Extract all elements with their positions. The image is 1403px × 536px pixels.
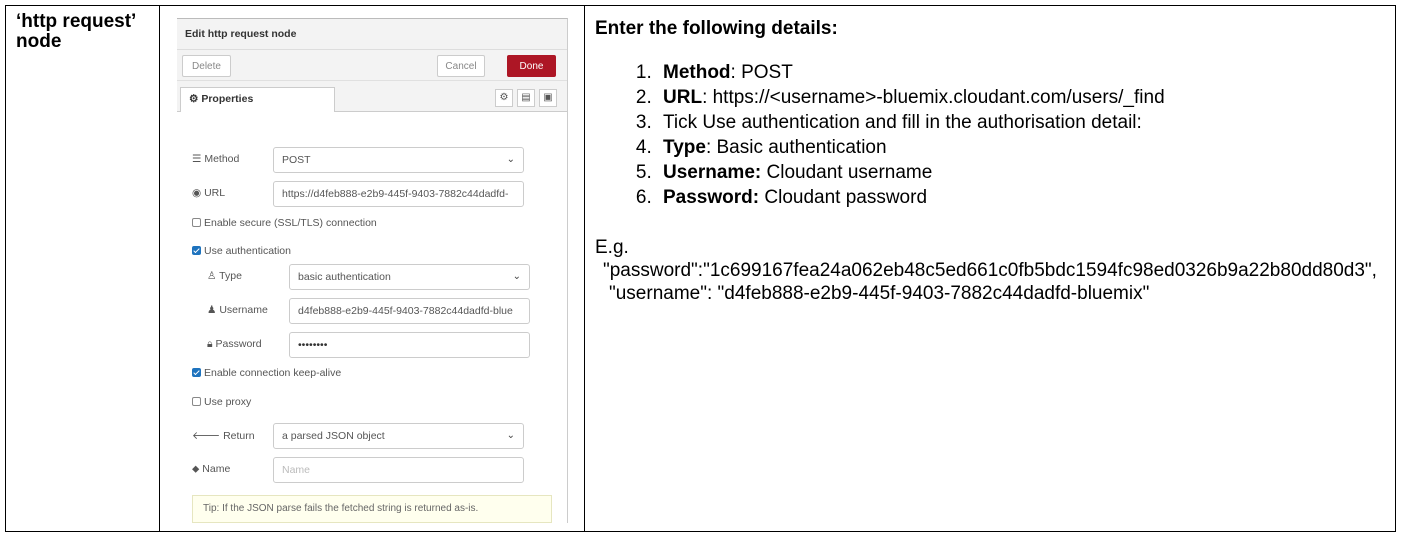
lock-icon: 🔒︎ [207,338,216,350]
table-row: ‘http request’ node Edit http request no… [5,5,1396,532]
list-item: Password: Cloudant password [657,185,1395,210]
enable-secure-row: Enable secure (SSL/TLS) connection [192,217,377,229]
cancel-button[interactable]: Cancel [437,55,485,77]
tray-title: Edit http request node [177,19,567,50]
return-label: Return [223,430,255,442]
example-username: "username": "d4feb888-e2b9-445f-9403-788… [609,283,1150,304]
username-input[interactable]: d4feb888-e2b9-445f-9403-7882c44dadfd-blu… [289,298,530,324]
tab-properties[interactable]: ⚙ Properties [180,87,335,112]
tip-box: Tip: If the JSON parse fails the fetched… [192,495,552,523]
description-icon[interactable]: ▤ [517,89,535,107]
list-item: Tick Use authentication and fill in the … [657,110,1395,135]
done-button[interactable]: Done [507,55,556,77]
arrow-left-icon: 🡐 [192,430,224,442]
return-value: a parsed JSON object [282,430,385,442]
tab-properties-label: Properties [201,93,254,105]
use-proxy-row: Use proxy [192,396,251,408]
list-icon: ☰ [192,153,205,165]
keep-alive-checkbox[interactable] [192,368,201,377]
use-auth-checkbox[interactable] [192,246,201,255]
node-edit-tray: Edit http request node Delete Cancel Don… [177,18,568,523]
delete-button[interactable]: Delete [182,55,231,77]
user-secret-icon: ♙ [207,270,220,282]
username-label: Username [219,304,268,316]
use-proxy-checkbox[interactable] [192,397,201,406]
enable-secure-checkbox[interactable] [192,218,201,227]
chevron-down-icon: ⌄ [506,430,515,441]
password-label: Password [215,338,262,350]
password-input[interactable]: •••••••• [289,332,530,358]
name-input[interactable]: Name [273,457,524,483]
example-password: "password":"1c699167fea24a062eb48c5ed661… [603,260,1377,281]
auth-type-value: basic authentication [298,271,391,283]
instructions: Enter the following details: Method: POS… [585,6,1395,305]
chevron-down-icon: ⌄ [506,154,515,165]
url-label: URL [204,187,226,199]
tag-icon: ⬥ [192,463,203,475]
list-item: Method: POST [657,60,1395,85]
type-label: Type [219,270,242,282]
appearance-icon[interactable]: ▣ [539,89,557,107]
label-cell: ‘http request’ node [5,5,160,532]
method-select[interactable]: POST ⌄ [273,147,524,173]
return-select[interactable]: a parsed JSON object ⌄ [273,423,524,449]
method-value: POST [282,154,311,166]
list-item: Type: Basic authentication [657,135,1395,160]
use-proxy-label: Use proxy [204,396,252,408]
screenshot-cell: Edit http request node Delete Cancel Don… [159,5,585,532]
user-icon: ♟ [207,304,220,316]
tab-bar: ⚙ Properties ⚙ ▤ ▣ [177,81,567,112]
steps-list: Method: POST URL: https://<username>-blu… [595,60,1395,210]
use-auth-label: Use authentication [204,245,291,257]
globe-icon: ◉ [192,187,205,199]
document-table: ‘http request’ node Edit http request no… [5,5,1396,532]
instructions-cell: Enter the following details: Method: POS… [584,5,1396,532]
auth-type-select[interactable]: basic authentication ⌄ [289,264,530,290]
method-label: Method [204,153,240,165]
tray-button-row: Delete Cancel Done [177,50,567,81]
instructions-heading: Enter the following details: [595,18,838,39]
use-auth-row: Use authentication [192,245,291,257]
list-item: Username: Cloudant username [657,160,1395,185]
enable-secure-label: Enable secure (SSL/TLS) connection [204,217,377,229]
row-label: ‘http request’ node [16,11,136,52]
gear-icon: ⚙ [189,93,202,105]
keep-alive-row: Enable connection keep-alive [192,367,341,379]
example-block: E.g. "password":"1c699167fea24a062eb48c5… [595,236,1380,305]
keep-alive-label: Enable connection keep-alive [204,367,342,379]
example-label: E.g. [595,237,629,258]
name-label: Name [202,463,231,475]
url-input[interactable]: https://d4feb888-e2b9-445f-9403-7882c44d… [273,181,524,207]
list-item: URL: https://<username>-bluemix.cloudant… [657,85,1395,110]
chevron-down-icon: ⌄ [512,271,521,282]
settings-gear-icon[interactable]: ⚙ [495,89,513,107]
